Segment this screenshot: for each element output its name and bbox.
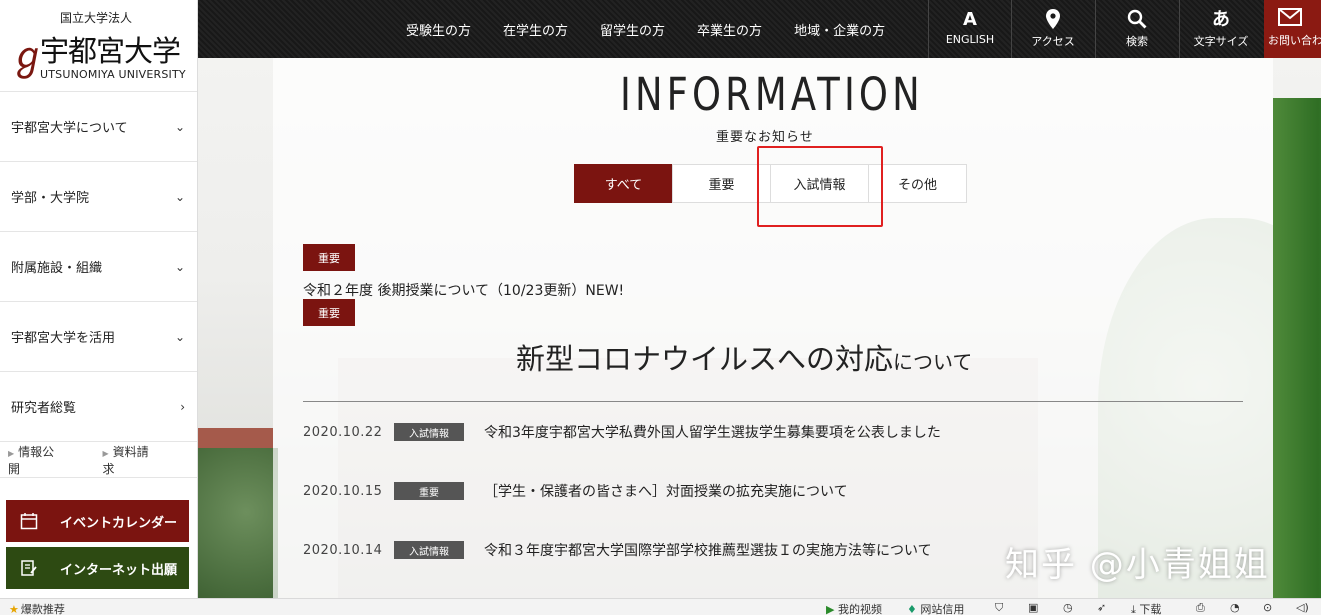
- audience-nav: 受験生の方 在学生の方 留学生の方 卒業生の方 地域・企業の方: [406, 0, 917, 58]
- download-button[interactable]: ⤓ 下载: [1131, 601, 1161, 615]
- chevron-down-icon: ⌄: [174, 259, 185, 274]
- my-videos-button[interactable]: ▶ 我的视频: [826, 601, 882, 615]
- star-icon: ★: [9, 603, 19, 615]
- internet-application-button[interactable]: インターネット出願: [6, 547, 189, 589]
- news-category-badge: 重要: [394, 482, 464, 500]
- covid-link[interactable]: 新型コロナウイルスへの対応について: [516, 336, 972, 378]
- nav-international-students[interactable]: 留学生の方: [600, 20, 665, 39]
- event-calendar-button[interactable]: イベントカレンダー: [6, 500, 189, 542]
- map-pin-icon: [1012, 9, 1094, 31]
- font-size-icon: あ: [1212, 9, 1230, 30]
- sidebar-item-facilities[interactable]: 附属施設・組織 ⌄: [0, 232, 197, 302]
- logo-mark-icon: ℊ: [9, 34, 48, 78]
- news-date: 2020.10.14: [303, 542, 383, 558]
- font-size-button[interactable]: あ文字サイズ: [1179, 0, 1262, 58]
- chevron-down-icon: ⌄: [174, 189, 185, 204]
- sidebar-sublinks: ▶ 情報公開 ▶ 資料請求: [0, 442, 197, 478]
- clock-icon[interactable]: ◷: [1063, 601, 1073, 614]
- zoom-icon[interactable]: ⊙: [1263, 601, 1272, 614]
- tab-all[interactable]: すべて: [574, 164, 673, 203]
- contact-label: お問い合わせ: [1268, 34, 1321, 47]
- sidebar-item-faculties[interactable]: 学部・大学院 ⌄: [0, 162, 197, 232]
- shield-icon[interactable]: ⛉: [995, 601, 1003, 615]
- news-date: 2020.10.22: [303, 424, 383, 440]
- news-title: 令和３年度宇都宮大学国際学部学校推薦型選抜Ｉの実施方法等について: [484, 543, 932, 559]
- search-button[interactable]: 検索: [1095, 0, 1178, 58]
- logo-english-name: UTSUNOMIYA UNIVERSITY: [40, 68, 186, 81]
- rocket-icon[interactable]: ➶: [1097, 601, 1106, 614]
- divider: [303, 401, 1243, 402]
- letter-a-icon: A: [963, 9, 977, 30]
- sidebar-item-label: 宇都宮大学を活用: [11, 331, 116, 346]
- important-badge: 重要: [303, 244, 355, 271]
- logo-corp-label: 国立大学法人: [60, 11, 133, 25]
- covid-title-suffix: について: [893, 350, 973, 374]
- news-category-badge: 入試情報: [394, 423, 464, 441]
- logo-name: 宇都宮大学: [40, 34, 181, 68]
- sidebar-item-about[interactable]: 宇都宮大学について ⌄: [0, 92, 197, 162]
- info-disclosure-link[interactable]: ▶ 情報公開: [8, 443, 69, 477]
- news-date: 2020.10.15: [303, 483, 383, 499]
- notice-link[interactable]: 令和２年度 後期授業について（10/23更新）NEW!: [303, 280, 624, 300]
- sidebar: 国立大学法人 ℊ 宇都宮大学 UTSUNOMIYA UNIVERSITY 宇都宮…: [0, 0, 198, 598]
- site-credit-button[interactable]: ♦ 网站信用: [907, 601, 964, 615]
- covid-title: 新型コロナウイルスへの対応: [516, 342, 894, 376]
- important-badge: 重要: [303, 299, 355, 326]
- triangle-right-icon: ▶: [102, 448, 109, 458]
- drop-icon: ♦: [907, 603, 917, 615]
- chevron-right-icon: ›: [180, 399, 185, 414]
- news-title: 令和3年度宇都宮大学私費外国人留学生選抜学生募集要項を公表しました: [484, 425, 941, 441]
- search-icon: [1096, 9, 1178, 31]
- recommend-link[interactable]: ★ 爆款推荐: [9, 601, 65, 615]
- news-item[interactable]: 2020.10.15 重要 ［学生・保護者の皆さまへ］対面授業の拡充実施について: [303, 481, 848, 501]
- english-button[interactable]: A ENGLISH: [928, 0, 1011, 58]
- document-pen-icon: [18, 557, 40, 579]
- sidebar-item-utilize[interactable]: 宇都宮大学を活用 ⌄: [0, 302, 197, 372]
- speaker-icon[interactable]: ◁): [1296, 601, 1309, 614]
- edge-icon[interactable]: ◔: [1230, 601, 1240, 614]
- access-button[interactable]: アクセス: [1011, 0, 1094, 58]
- page-subtitle: 重要なお知らせ: [716, 130, 814, 145]
- nav-current-students[interactable]: 在学生の方: [503, 20, 568, 39]
- nav-prospective-students[interactable]: 受験生の方: [406, 20, 471, 39]
- top-navigation-bar: 受験生の方 在学生の方 留学生の方 卒業生の方 地域・企業の方 A ENGLISH…: [198, 0, 1321, 58]
- browser-viewport: 国立大学法人 ℊ 宇都宮大学 UTSUNOMIYA UNIVERSITY 宇都宮…: [0, 0, 1321, 615]
- chevron-down-icon: ⌄: [174, 119, 185, 134]
- browser-status-bar: ★ 爆款推荐 ▶ 我的视频 ♦ 网站信用 ⛉ ▣ ◷ ➶ ⤓ 下载 ⎙ ◔ ⊙ ◁…: [0, 598, 1321, 615]
- chevron-down-icon: ⌄: [174, 329, 185, 344]
- sidebar-item-label: 研究者総覧: [11, 401, 77, 416]
- news-item[interactable]: 2020.10.22 入試情報 令和3年度宇都宮大学私費外国人留学生選抜学生募集…: [303, 422, 941, 442]
- mail-icon: [1278, 7, 1321, 31]
- news-item[interactable]: 2020.10.14 入試情報 令和３年度宇都宮大学国際学部学校推薦型選抜Ｉの実…: [303, 540, 932, 560]
- sidebar-item-researchers[interactable]: 研究者総覧 ›: [0, 372, 197, 442]
- contact-button[interactable]: お問い合わせ: [1264, 0, 1321, 58]
- download-icon: ⤓: [1131, 603, 1136, 615]
- sidebar-item-label: 附属施設・組織: [11, 261, 103, 276]
- internet-application-label: インターネット出願: [60, 562, 178, 578]
- highlight-annotation-box: [757, 146, 883, 227]
- play-icon: ▶: [826, 603, 835, 615]
- news-category-badge: 入試情報: [394, 541, 464, 559]
- image-icon[interactable]: ▣: [1028, 601, 1038, 614]
- nav-community-business[interactable]: 地域・企業の方: [794, 20, 885, 39]
- triangle-right-icon: ▶: [8, 448, 15, 458]
- nav-alumni[interactable]: 卒業生の方: [697, 20, 762, 39]
- printer-icon[interactable]: ⎙: [1196, 601, 1205, 615]
- request-materials-link[interactable]: ▶ 資料請求: [103, 443, 164, 477]
- news-title: ［学生・保護者の皆さまへ］対面授業の拡充実施について: [484, 484, 848, 500]
- sidebar-item-label: 宇都宮大学について: [11, 121, 128, 136]
- page-title: INFORMATION: [620, 68, 924, 121]
- watermark: 知乎 @小青姐姐: [1005, 545, 1270, 585]
- university-logo[interactable]: 国立大学法人 ℊ 宇都宮大学 UTSUNOMIYA UNIVERSITY: [0, 0, 197, 92]
- calendar-icon: [18, 510, 40, 532]
- event-calendar-label: イベントカレンダー: [60, 515, 178, 531]
- sidebar-item-label: 学部・大学院: [11, 191, 90, 206]
